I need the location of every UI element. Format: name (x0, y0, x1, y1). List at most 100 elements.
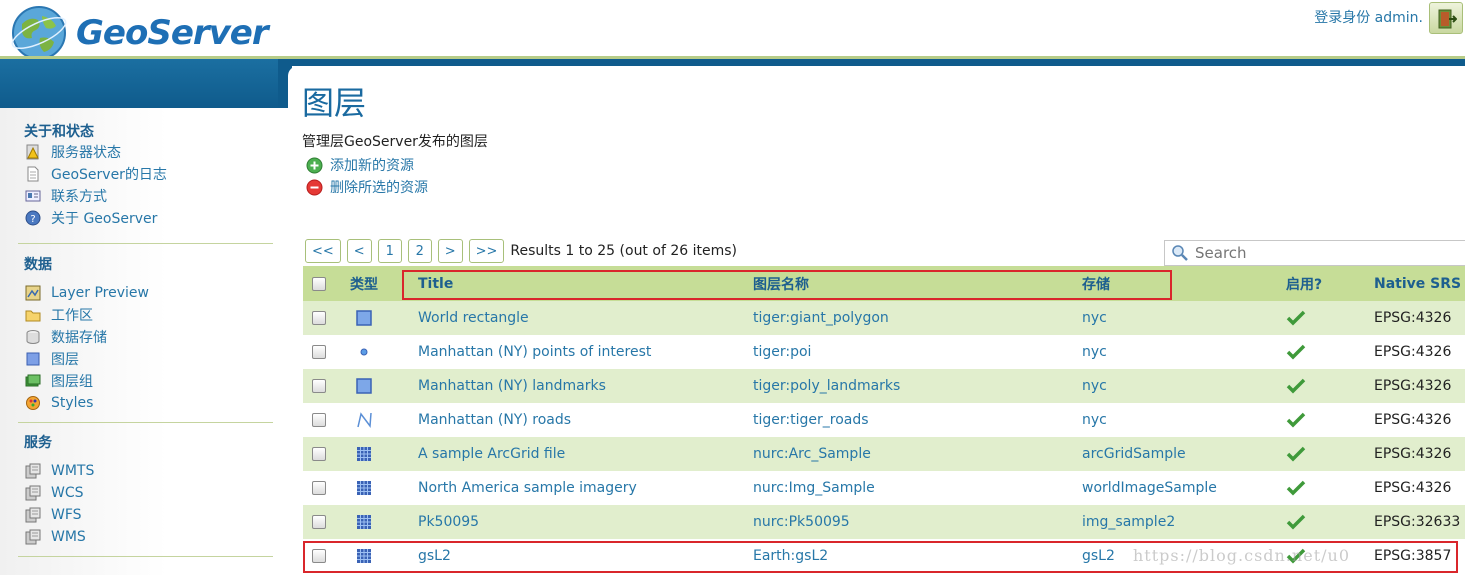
page-description: 管理层GeoServer发布的图层 (302, 134, 488, 150)
sidebar-divider (18, 422, 273, 423)
sidebar-divider (18, 243, 273, 244)
raster-type-icon (351, 471, 377, 505)
native-srs: EPSG:4326 (1374, 480, 1452, 496)
sidebar-item-about[interactable]: ? 关于 GeoServer (18, 207, 273, 229)
select-all-checkbox[interactable] (312, 266, 328, 301)
row-checkbox[interactable] (312, 335, 328, 369)
remove-resource-link[interactable]: 删除所选的资源 (306, 177, 428, 197)
layer-title-link[interactable]: Manhattan (NY) points of interest (418, 335, 651, 369)
sidebar-item-layers[interactable]: 图层 (18, 348, 273, 370)
sidebar-section-title: 服务 (24, 435, 52, 451)
sidebar-item-label: 联系方式 (51, 189, 107, 205)
sidebar-item-label: 图层组 (51, 374, 93, 390)
sidebar-section-data: 数据 Layer Preview 工作区 数据存储 图层 图层组 Styles (18, 254, 273, 414)
store-link[interactable]: nyc (1082, 301, 1107, 335)
pager-page-2-button[interactable]: 2 (407, 239, 432, 263)
enabled-check-icon (1286, 437, 1306, 471)
header-band-right (292, 56, 1465, 66)
sidebar-item-contact[interactable]: 联系方式 (18, 185, 273, 207)
pager-prev-button[interactable]: < (346, 239, 372, 263)
service-icon (24, 462, 42, 480)
column-header-type[interactable]: 类型 (350, 266, 378, 301)
sidebar-item-stores[interactable]: 数据存储 (18, 326, 273, 348)
store-link[interactable]: nyc (1082, 403, 1107, 437)
enabled-check-icon (1286, 505, 1306, 539)
sidebar-item-label: 数据存储 (51, 330, 107, 346)
native-srs: EPSG:4326 (1374, 412, 1452, 428)
sidebar-item-server-status[interactable]: 服务器状态 (18, 141, 273, 163)
sidebar-item-label: WFS (51, 507, 82, 523)
native-srs: EPSG:4326 (1374, 378, 1452, 394)
row-checkbox[interactable] (312, 301, 328, 335)
table-row: World rectangle tiger:giant_polygon nyc … (303, 301, 1465, 335)
sidebar-item-logs[interactable]: GeoServer的日志 (18, 163, 273, 185)
row-checkbox[interactable] (312, 369, 328, 403)
sidebar-item-wfs[interactable]: WFS (18, 504, 273, 526)
sidebar-item-layer-preview[interactable]: Layer Preview (18, 282, 273, 304)
sidebar-item-label: WCS (51, 485, 84, 501)
layer-title-link[interactable]: A sample ArcGrid file (418, 437, 565, 471)
raster-type-icon (351, 437, 377, 471)
layer-name-link[interactable]: nurc:Arc_Sample (753, 437, 871, 471)
raster-type-icon (351, 505, 377, 539)
sidebar-item-wmts[interactable]: WMTS (18, 460, 273, 482)
layer-name-link[interactable]: nurc:Pk50095 (753, 505, 850, 539)
store-link[interactable]: arcGridSample (1082, 437, 1186, 471)
layer-title-link[interactable]: North America sample imagery (418, 471, 637, 505)
layer-name-link[interactable]: tiger:poly_landmarks (753, 369, 900, 403)
line-type-icon (351, 403, 377, 437)
row-checkbox[interactable] (312, 471, 328, 505)
add-resource-link[interactable]: 添加新的资源 (306, 155, 414, 175)
enabled-check-icon (1286, 335, 1306, 369)
layer-title-link[interactable]: Manhattan (NY) landmarks (418, 369, 606, 403)
search-input[interactable] (1195, 244, 1455, 262)
sidebar-item-label: GeoServer的日志 (51, 167, 167, 183)
store-link[interactable]: img_sample2 (1082, 505, 1175, 539)
store-link[interactable]: worldImageSample (1082, 471, 1217, 505)
sidebar-item-wcs[interactable]: WCS (18, 482, 273, 504)
pager-last-button[interactable]: >> (468, 239, 505, 263)
svg-text:?: ? (30, 214, 35, 225)
table-row: Manhattan (NY) roads tiger:tiger_roads n… (303, 403, 1465, 437)
table-row: Manhattan (NY) landmarks tiger:poly_land… (303, 369, 1465, 403)
sidebar-section-title: 关于和状态 (24, 124, 94, 140)
column-header-native-srs[interactable]: Native SRS (1374, 266, 1461, 301)
layer-preview-icon (24, 284, 42, 302)
layer-title-link[interactable]: World rectangle (418, 301, 529, 335)
add-resource-label: 添加新的资源 (330, 158, 414, 174)
layer-name-link[interactable]: nurc:Img_Sample (753, 471, 875, 505)
sidebar-item-label: 图层 (51, 352, 79, 368)
logout-button[interactable] (1429, 2, 1463, 34)
table-row: A sample ArcGrid file nurc:Arc_Sample ar… (303, 437, 1465, 471)
pager-first-button[interactable]: << (305, 239, 341, 263)
page-title: 图层 (302, 84, 367, 122)
layer-name-link[interactable]: tiger:giant_polygon (753, 301, 889, 335)
service-icon (24, 506, 42, 524)
app-header: GeoServer 登录身份 admin. (0, 0, 1465, 60)
datastore-icon (24, 328, 42, 346)
layer-title-link[interactable]: Manhattan (NY) roads (418, 403, 571, 437)
sidebar-divider (18, 556, 273, 557)
row-checkbox[interactable] (312, 505, 328, 539)
sidebar-item-styles[interactable]: Styles (18, 392, 273, 414)
store-link[interactable]: nyc (1082, 369, 1107, 403)
row-checkbox[interactable] (312, 437, 328, 471)
table-row: Manhattan (NY) points of interest tiger:… (303, 335, 1465, 369)
globe-logo-icon (11, 6, 67, 60)
server-status-icon (24, 143, 42, 161)
pager-next-button[interactable]: > (437, 239, 463, 263)
pager-page-1-button[interactable]: 1 (377, 239, 402, 263)
layer-name-link[interactable]: tiger:tiger_roads (753, 403, 869, 437)
row-checkbox[interactable] (312, 403, 328, 437)
sidebar-item-layer-groups[interactable]: 图层组 (18, 370, 273, 392)
layer-name-link[interactable]: tiger:poi (753, 335, 811, 369)
sidebar-item-workspaces[interactable]: 工作区 (18, 304, 273, 326)
sidebar-item-label: Layer Preview (51, 285, 149, 301)
geoserver-logo[interactable]: GeoServer (8, 2, 269, 64)
store-link[interactable]: nyc (1082, 335, 1107, 369)
layer-title-link[interactable]: Pk50095 (418, 505, 479, 539)
service-icon (24, 528, 42, 546)
results-count: Results 1 to 25 (out of 26 items) (510, 243, 737, 259)
sidebar-item-wms[interactable]: WMS (18, 526, 273, 548)
column-header-enabled[interactable]: 启用? (1286, 266, 1322, 301)
